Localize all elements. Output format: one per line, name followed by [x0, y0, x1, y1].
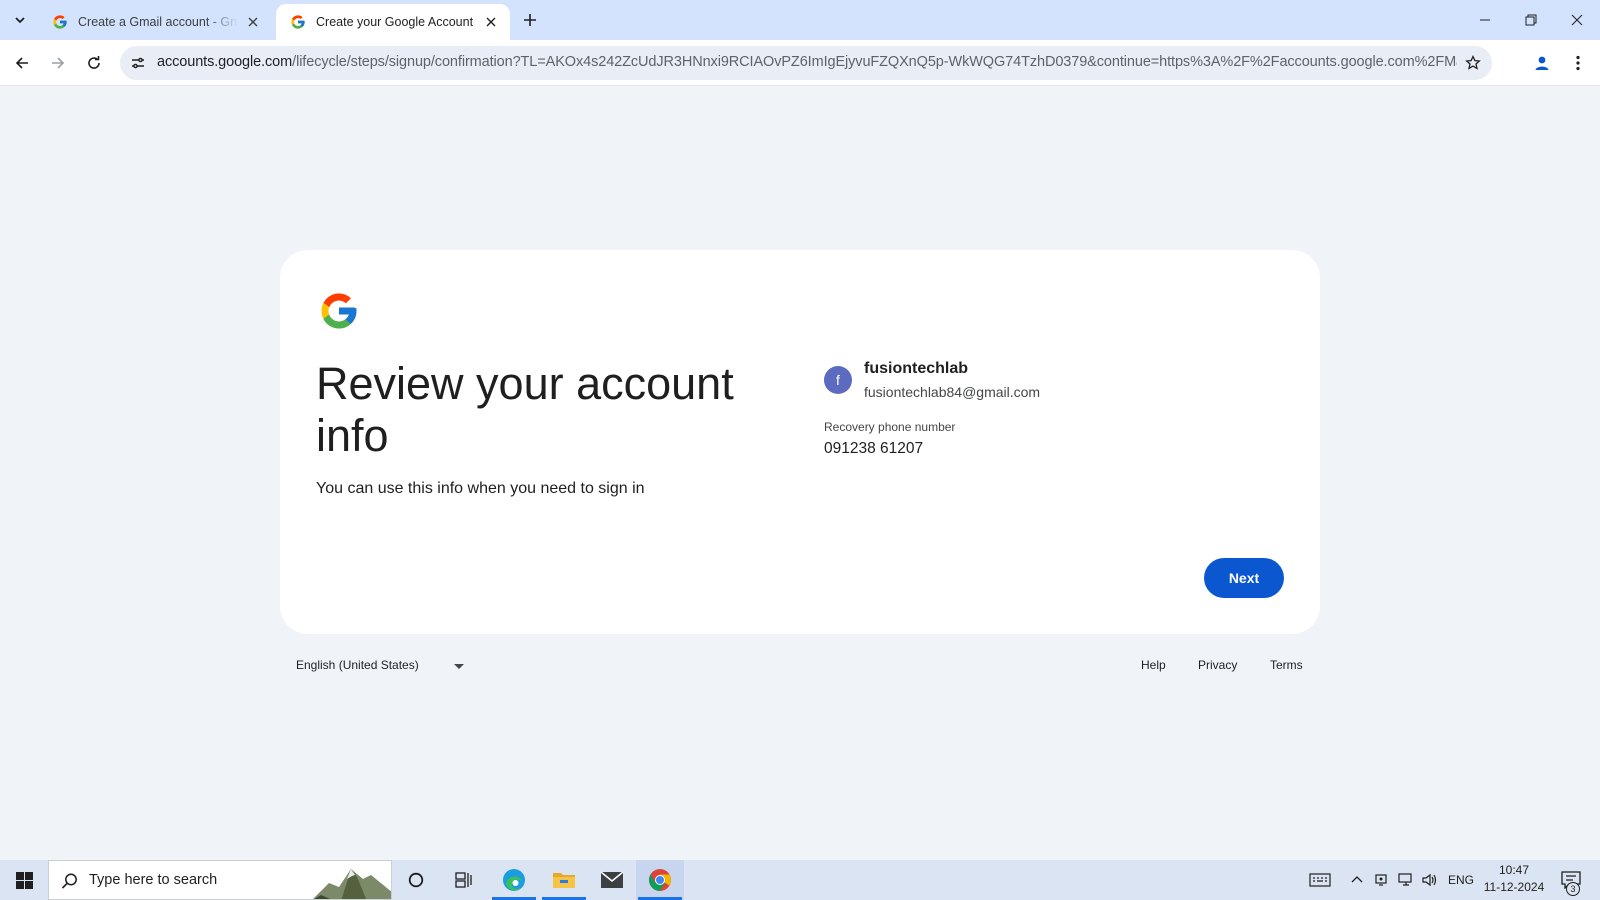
- network-button[interactable]: [1394, 860, 1418, 900]
- plus-icon: [524, 14, 536, 26]
- close-icon: [486, 17, 496, 27]
- tab-title: Create your Google Account: [316, 15, 474, 29]
- search-icon: [61, 873, 77, 889]
- reload-icon: [88, 56, 100, 69]
- windows-logo-icon: [15, 871, 33, 889]
- task-view-icon: [455, 872, 472, 888]
- volume-button[interactable]: [1418, 860, 1442, 900]
- chevron-down-icon: [15, 17, 25, 24]
- avatar: f: [824, 366, 852, 394]
- restore-button[interactable]: [1508, 0, 1554, 40]
- tab-close-button[interactable]: [482, 13, 500, 31]
- task-view-button[interactable]: [440, 860, 488, 900]
- address-bar[interactable]: accounts.google.com/lifecycle/steps/sign…: [120, 46, 1492, 80]
- reload-button[interactable]: [80, 49, 108, 77]
- tab-close-button[interactable]: [244, 13, 262, 31]
- new-tab-button[interactable]: [518, 8, 542, 32]
- profile-button[interactable]: [1528, 49, 1556, 77]
- forward-button[interactable]: [44, 49, 72, 77]
- help-link[interactable]: Help: [1141, 658, 1166, 672]
- language-select[interactable]: English (United States): [296, 658, 419, 672]
- more-vert-icon: [1576, 55, 1580, 71]
- mail-icon: [600, 871, 624, 888]
- google-logo-icon: [321, 293, 357, 329]
- tab-create-account[interactable]: Create your Google Account: [276, 4, 510, 40]
- review-card: Review your account info You can use thi…: [280, 250, 1320, 634]
- url-path: /lifecycle/steps/signup/confirmation?TL=…: [292, 54, 1457, 70]
- next-button[interactable]: Next: [1204, 558, 1284, 598]
- google-favicon-icon: [291, 15, 305, 29]
- chrome-app-button[interactable]: [636, 860, 684, 900]
- meet-now-button[interactable]: [1370, 860, 1392, 900]
- tab-title: Create a Gmail account - Gmail Help: [78, 15, 238, 29]
- taskbar-search-box[interactable]: Type here to search: [48, 860, 392, 900]
- star-icon: [1465, 55, 1481, 70]
- close-icon: [248, 17, 258, 27]
- webcam-icon: [1375, 874, 1387, 886]
- close-icon: [1571, 14, 1583, 26]
- chevron-up-icon: [1351, 876, 1363, 883]
- browser-toolbar: accounts.google.com/lifecycle/steps/sign…: [0, 40, 1600, 86]
- window-close-button[interactable]: [1554, 0, 1600, 40]
- site-info-button[interactable]: [126, 51, 150, 75]
- minimize-icon: [1480, 19, 1490, 21]
- recovery-phone-value: 091238 61207: [824, 440, 924, 457]
- mail-app-button[interactable]: [588, 860, 636, 900]
- page-subtitle: You can use this info when you need to s…: [316, 480, 645, 497]
- arrow-left-icon: [15, 57, 28, 69]
- tab-search-button[interactable]: [8, 8, 32, 32]
- notification-count-badge: 3: [1566, 882, 1580, 896]
- clock-time: 10:47: [1498, 863, 1530, 877]
- taskbar: Type here to search ENG 10:47 11-12-2024…: [0, 860, 1600, 900]
- network-icon: [1398, 873, 1412, 886]
- back-button[interactable]: [8, 49, 36, 77]
- arrow-right-icon: [52, 57, 65, 69]
- restore-icon: [1525, 14, 1537, 26]
- account-name: fusiontechlab: [864, 360, 969, 377]
- bookmark-button[interactable]: [1461, 51, 1485, 75]
- terms-link[interactable]: Terms: [1270, 658, 1303, 672]
- edge-icon: [503, 869, 525, 891]
- person-icon: [1535, 56, 1549, 70]
- account-email: fusiontechlab84@gmail.com: [864, 384, 1041, 400]
- minimize-button[interactable]: [1462, 0, 1508, 40]
- recovery-phone-label: Recovery phone number: [824, 420, 956, 434]
- clock-date: 11-12-2024: [1483, 880, 1545, 894]
- dropdown-arrow-icon: [454, 664, 464, 669]
- page-title: Review your account info: [316, 358, 734, 461]
- tune-icon: [132, 57, 144, 69]
- language-select-label: English (United States): [296, 658, 419, 672]
- system-clock[interactable]: 10:47 11-12-2024: [1480, 862, 1548, 896]
- google-favicon-icon: [53, 15, 67, 29]
- url-text: accounts.google.com/lifecycle/steps/sign…: [157, 54, 1457, 70]
- taskbar-search-placeholder: Type here to search: [89, 872, 218, 888]
- edge-app-button[interactable]: [490, 860, 538, 900]
- privacy-link[interactable]: Privacy: [1198, 658, 1237, 672]
- tab-strip: Create a Gmail account - Gmail Help Crea…: [0, 0, 1600, 40]
- url-host: accounts.google.com: [157, 54, 293, 70]
- start-button[interactable]: [0, 860, 48, 900]
- mountain-illustration-icon: [313, 869, 391, 899]
- cortana-button[interactable]: [392, 860, 440, 900]
- circle-icon: [408, 872, 424, 888]
- tab-gmail-help[interactable]: Create a Gmail account - Gmail Help: [38, 4, 272, 40]
- input-language-button[interactable]: ENG: [1446, 860, 1476, 900]
- folder-icon: [553, 873, 575, 888]
- chrome-icon: [649, 869, 671, 891]
- show-hidden-icons-button[interactable]: [1346, 860, 1368, 900]
- file-explorer-button[interactable]: [540, 860, 588, 900]
- keyboard-tray-button[interactable]: [1306, 860, 1334, 900]
- keyboard-icon: [1309, 873, 1331, 887]
- menu-button[interactable]: [1564, 49, 1592, 77]
- speaker-icon: [1422, 873, 1437, 887]
